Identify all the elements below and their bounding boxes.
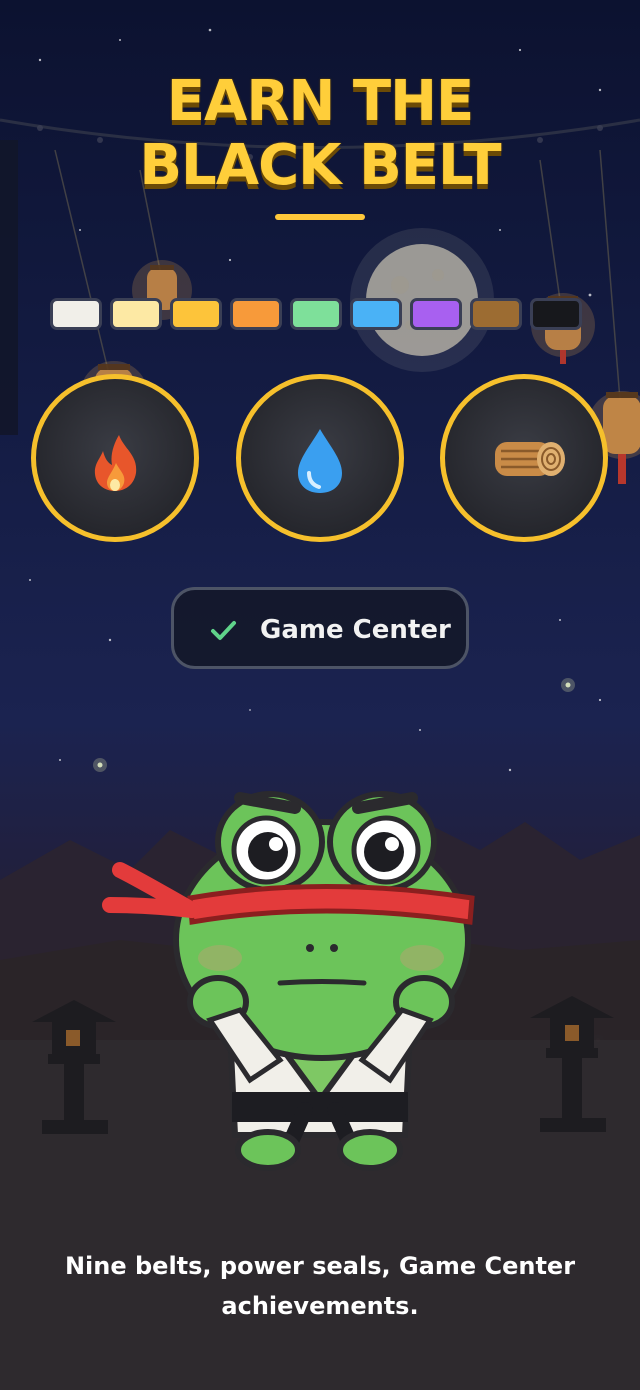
night-sky-scene <box>0 28 640 1390</box>
green-belt <box>290 298 342 330</box>
brown-belt <box>470 298 522 330</box>
wood-seal[interactable] <box>440 374 608 542</box>
purple-belt <box>410 298 462 330</box>
yellow-belt <box>170 298 222 330</box>
game-center-label: Game Center <box>260 615 451 645</box>
caption: Nine belts, power seals, Game Center ach… <box>30 1246 610 1326</box>
title-line-1: EARN THE <box>166 69 474 134</box>
white-belt <box>50 298 102 330</box>
log-icon <box>495 442 565 476</box>
title-underline <box>275 214 365 220</box>
caption-line-2: achievements. <box>221 1292 419 1320</box>
water-drop-icon <box>298 429 342 493</box>
scene-background: EARN THE BLACK BELT Game Center Nine bel… <box>0 0 640 1390</box>
black-belt <box>530 298 582 330</box>
caption-line-1: Nine belts, power seals, Game Center <box>64 1252 576 1280</box>
water-seal[interactable] <box>236 374 404 542</box>
fire-seal[interactable] <box>31 374 199 542</box>
blue-belt <box>350 298 402 330</box>
checkmark-icon <box>211 621 236 640</box>
title-line-2: BLACK BELT <box>139 133 501 198</box>
cream-belt <box>110 298 162 330</box>
fire-icon <box>94 435 137 491</box>
game-center-button[interactable]: Game Center <box>171 587 469 669</box>
frog-mascot <box>102 791 475 1171</box>
belt-progress <box>50 298 590 334</box>
orange-belt <box>230 298 282 330</box>
